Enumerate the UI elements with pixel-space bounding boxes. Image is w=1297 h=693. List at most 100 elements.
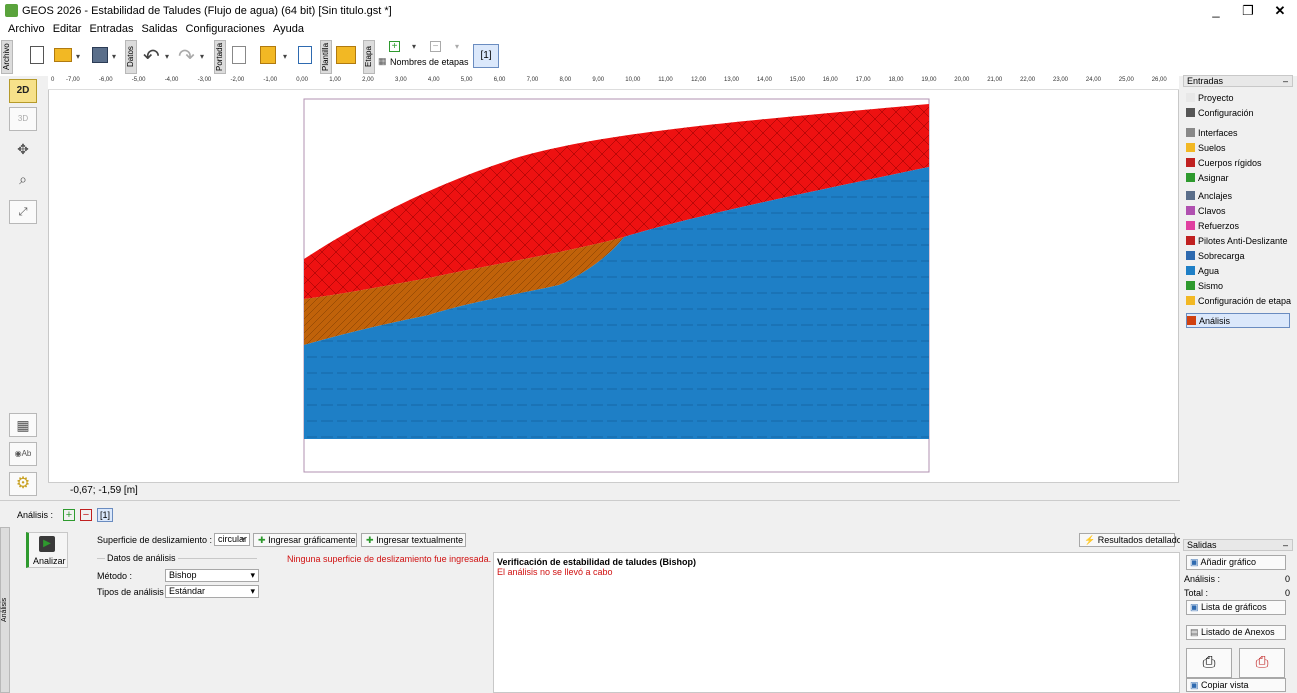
entradas-item-asignar[interactable]: Asignar xyxy=(1186,171,1290,186)
analysis-count-row: Análisis : 0 xyxy=(1184,573,1290,585)
undo-dropdown-icon[interactable]: ▾ xyxy=(165,52,169,61)
entradas-item-label: Clavos xyxy=(1198,206,1226,216)
method-dropdown-icon[interactable]: ▾ xyxy=(250,570,255,581)
redo-icon[interactable]: ↷ xyxy=(178,44,195,69)
analysis-1-tab[interactable]: [1] xyxy=(97,508,113,522)
entradas-item-label: Refuerzos xyxy=(1198,221,1240,231)
analyze-label: Analizar xyxy=(33,556,66,566)
redo-dropdown-icon[interactable]: ▾ xyxy=(200,52,204,61)
menu-archivo[interactable]: Archivo xyxy=(8,22,45,36)
entradas-item-agua[interactable]: Agua xyxy=(1186,264,1290,279)
entradas-item-proyecto[interactable]: Proyecto xyxy=(1186,91,1290,106)
menu-salidas[interactable]: Salidas xyxy=(141,22,177,36)
entradas-item-label: Sobrecarga xyxy=(1198,251,1245,261)
zoom-icon[interactable]: ⌕ xyxy=(9,167,37,191)
restore-button[interactable]: ❐ xyxy=(1232,2,1264,20)
proyecto-icon xyxy=(1186,93,1195,102)
paste-icon[interactable] xyxy=(260,46,276,64)
entradas-item-label: Sismo xyxy=(1198,281,1224,291)
copy-view-button[interactable]: ▣ Copiar vista xyxy=(1186,678,1286,692)
add-graphic-button[interactable]: ▣ Añadir gráfico xyxy=(1186,555,1286,570)
entradas-item-label: Pilotes Anti-Deslizante xyxy=(1198,236,1288,246)
analysis-type-dropdown-icon[interactable]: ▾ xyxy=(250,586,255,597)
menu-entradas[interactable]: Entradas xyxy=(89,22,133,36)
display-settings-icon[interactable]: ◉Ab xyxy=(9,442,37,466)
ruler-tick-label: -2,00 xyxy=(230,77,245,83)
stage-names-button[interactable]: Nombres de etapas xyxy=(390,57,469,67)
menu-ayuda[interactable]: Ayuda xyxy=(273,22,304,36)
entradas-item-cuerpos-rigidos[interactable]: Cuerpos rígidos xyxy=(1186,156,1290,171)
close-button[interactable]: ✕ xyxy=(1264,2,1296,20)
view-2d-button[interactable]: 2D xyxy=(9,79,37,103)
entradas-item-analisis[interactable]: Análisis xyxy=(1186,313,1290,328)
slip-surface-dropdown-icon[interactable]: ▾ xyxy=(241,535,245,544)
template-icon[interactable] xyxy=(336,46,356,64)
undo-icon[interactable]: ↶ xyxy=(143,44,160,69)
settings-gear-icon[interactable]: ⚙ xyxy=(9,472,37,496)
print-export-icon[interactable]: ⎙ xyxy=(1239,648,1285,678)
graphics-list-button[interactable]: ▣ Lista de gráficos xyxy=(1186,600,1286,615)
tab-datos[interactable]: Datos xyxy=(125,40,137,74)
drawing-canvas[interactable] xyxy=(48,76,1179,500)
input-text-button[interactable]: ✚ Ingresar textualmente xyxy=(361,533,466,547)
print-icon[interactable]: ⎙ xyxy=(1186,648,1232,678)
cuerpos-rigidos-icon xyxy=(1186,158,1195,167)
method-select[interactable]: Bishop ▾ xyxy=(165,569,259,582)
entradas-item-label: Asignar xyxy=(1198,173,1229,183)
copy-view-icon[interactable] xyxy=(298,46,312,64)
menu-configuraciones[interactable]: Configuraciones xyxy=(186,22,266,36)
open-file-icon[interactable] xyxy=(54,48,72,62)
ruler-tick-label: 13,00 xyxy=(724,77,740,83)
fit-view-icon[interactable]: ⤢ xyxy=(9,200,37,224)
detailed-results-button[interactable]: ⚡ Resultados detallados xyxy=(1079,533,1186,547)
annex-list-button[interactable]: ▤ Listado de Anexos xyxy=(1186,625,1286,640)
entradas-item-clavos[interactable]: Clavos xyxy=(1186,204,1290,219)
entradas-item-interfaces[interactable]: Interfaces xyxy=(1186,126,1290,141)
add-stage-icon[interactable]: + xyxy=(389,41,400,52)
analyze-button[interactable]: ▶ Analizar xyxy=(26,532,68,568)
view-3d-button[interactable]: 3D xyxy=(9,107,37,131)
analysis-count-value: 0 xyxy=(1284,574,1290,584)
menu-editar[interactable]: Editar xyxy=(53,22,82,36)
add-stage-dropdown-icon[interactable]: ▾ xyxy=(412,42,416,51)
entradas-item-refuerzos[interactable]: Refuerzos xyxy=(1186,219,1290,234)
entradas-item-configuracion-etapa[interactable]: Configuración de etapa xyxy=(1186,294,1292,309)
save-dropdown-icon[interactable]: ▾ xyxy=(112,52,116,61)
analysis-type-select[interactable]: Estándar ▾ xyxy=(165,585,259,598)
entradas-item-anclajes[interactable]: Anclajes xyxy=(1186,189,1290,204)
tab-analisis-vertical[interactable]: Análisis xyxy=(0,527,10,693)
entradas-item-configuracion[interactable]: Configuración xyxy=(1186,106,1290,121)
ruler-tick-label: 23,00 xyxy=(1053,77,1069,83)
copy-icon[interactable] xyxy=(232,46,246,64)
tab-portada[interactable]: Portada xyxy=(214,40,226,74)
graphics-list-label: Lista de gráficos xyxy=(1201,602,1267,612)
move-icon[interactable]: ✥ xyxy=(9,137,37,161)
tab-plantilla[interactable]: Plantilla xyxy=(320,40,332,74)
paste-dropdown-icon[interactable]: ▾ xyxy=(283,52,287,61)
input-graphic-button[interactable]: ✚ Ingresar gráficamente xyxy=(253,533,357,547)
tab-archivo[interactable]: Archivo xyxy=(1,40,13,74)
open-dropdown-icon[interactable]: ▾ xyxy=(76,52,80,61)
tab-etapa[interactable]: Etapa xyxy=(363,40,375,74)
add-analysis-icon[interactable]: + xyxy=(63,509,75,521)
remove-stage-icon[interactable]: − xyxy=(430,41,441,52)
ruler-tick-label: 11,00 xyxy=(658,77,673,83)
remove-stage-dropdown-icon[interactable]: ▾ xyxy=(455,42,459,51)
entradas-item-pilotes[interactable]: Pilotes Anti-Deslizante xyxy=(1186,234,1290,249)
entradas-item-suelos[interactable]: Suelos xyxy=(1186,141,1290,156)
entradas-item-sismo[interactable]: Sismo xyxy=(1186,279,1290,294)
save-icon[interactable] xyxy=(92,47,108,63)
ruler-origin-label: 0 xyxy=(51,77,55,83)
table-icon[interactable]: ▦ xyxy=(9,413,37,437)
ruler-tick-label: -1,00 xyxy=(263,77,278,83)
minimize-button[interactable]: _ xyxy=(1200,2,1232,20)
copy-view-small-icon: ▣ xyxy=(1190,680,1199,690)
collapse-icon[interactable]: – xyxy=(1283,540,1288,550)
collapse-icon[interactable]: – xyxy=(1283,76,1288,86)
entradas-item-label: Configuración de etapa xyxy=(1198,296,1292,306)
stage-1-button[interactable]: [1] xyxy=(473,44,499,68)
new-file-icon[interactable] xyxy=(30,46,44,64)
entradas-item-sobrecarga[interactable]: Sobrecarga xyxy=(1186,249,1290,264)
ruler-tick-label: -4,00 xyxy=(164,77,179,83)
remove-analysis-icon[interactable]: − xyxy=(80,509,92,521)
